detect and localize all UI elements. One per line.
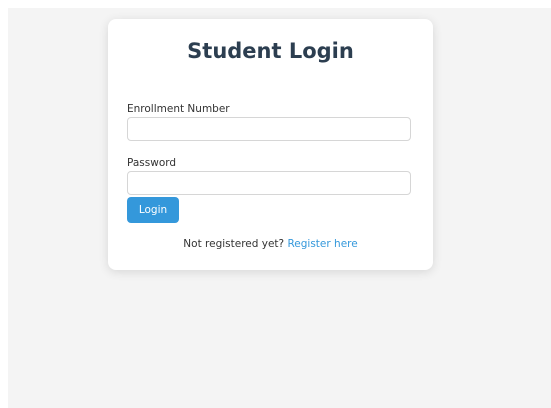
enrollment-number-input[interactable] — [127, 117, 411, 141]
login-card: Student Login Enrollment Number Password… — [108, 19, 433, 270]
login-button[interactable]: Login — [127, 197, 179, 223]
register-link[interactable]: Register here — [287, 238, 357, 250]
register-prompt-text: Not registered yet? — [183, 238, 285, 250]
register-prompt: Not registered yet? Register here — [108, 238, 433, 250]
password-label: Password — [127, 157, 177, 169]
page-title: Student Login — [187, 39, 354, 63]
page-background: Student Login Enrollment Number Password… — [8, 8, 551, 408]
password-input[interactable] — [127, 171, 411, 195]
enrollment-number-label: Enrollment Number — [127, 103, 230, 115]
